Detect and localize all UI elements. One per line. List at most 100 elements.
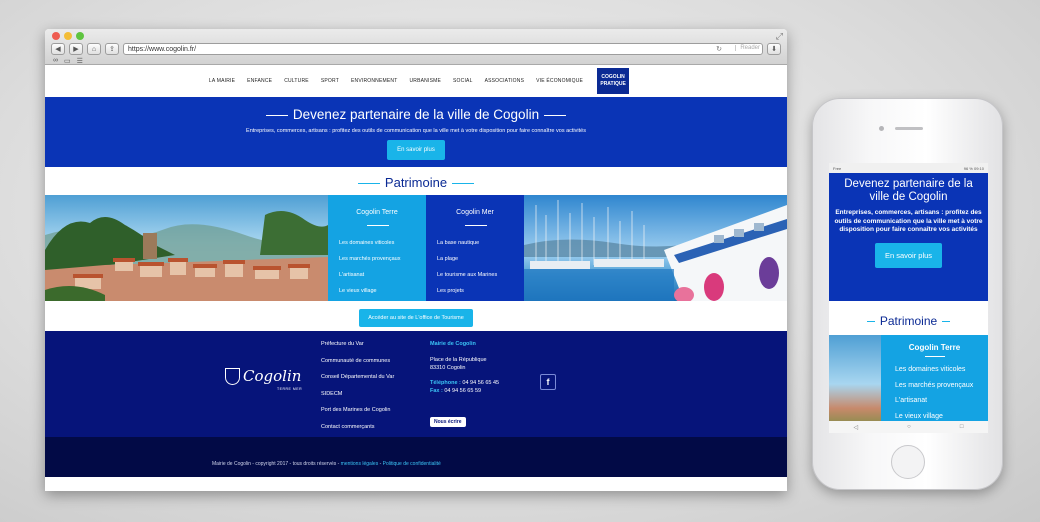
phone-terre-panel: Cogolin Terre Les domaines viticoles Les… <box>881 335 988 433</box>
carrier-text: Free <box>833 165 842 171</box>
footer-link[interactable]: Préfecture du Var <box>321 341 394 347</box>
footer-link[interactable]: Conseil Départemental du Var <box>321 374 394 380</box>
phone-partner-banner: Devenez partenaire de la ville de Cogoli… <box>829 173 988 301</box>
footer-contact: Mairie de Cogolin Place de la République… <box>430 341 499 396</box>
marina-photo <box>524 195 787 301</box>
fax-line: Fax : 04 94 56 65 59 <box>430 388 482 394</box>
phone-en-savoir-plus-button[interactable]: En savoir plus <box>874 242 943 268</box>
top-sites-icon[interactable]: ☰ <box>77 57 83 65</box>
nav-urbanisme[interactable]: URBANISME <box>403 78 447 84</box>
address-line: 83310 Cogolin <box>430 365 466 371</box>
nav-la-mairie[interactable]: LA MAIRIE <box>203 78 241 84</box>
zoom-window-button[interactable] <box>76 32 84 40</box>
phone-terre-title[interactable]: Cogolin Terre <box>881 343 988 352</box>
nav-cogolin-pratique[interactable]: COGOLIN PRATIQUE <box>597 68 630 94</box>
camera <box>879 126 884 131</box>
bookmarks-icon[interactable]: ▭ <box>64 57 71 65</box>
nav-vie-economique[interactable]: VIE ÉCONOMIQUE <box>530 78 589 84</box>
reload-icon[interactable]: ↻ <box>716 45 722 53</box>
nav-sport[interactable]: SPORT <box>315 78 345 84</box>
recent-apps-icon[interactable]: □ <box>960 424 964 430</box>
speaker <box>895 127 923 130</box>
banner-title: Devenez partenaire de la ville de Cogoli… <box>45 97 787 122</box>
address-line: Place de la République <box>430 357 487 363</box>
fullscreen-icon[interactable]: ⤢ <box>776 31 783 42</box>
home-button[interactable] <box>891 445 925 479</box>
battery-time-text: 96 % 09:10 <box>963 165 984 171</box>
phone-terre-link[interactable]: Les domaines viticoles <box>895 366 988 373</box>
footer-links: Préfecture du Var Communauté de communes… <box>321 341 394 440</box>
nav-enfance[interactable]: ENFANCE <box>241 78 278 84</box>
banner-subtitle: Entreprises, commerces, artisans : profi… <box>246 128 586 134</box>
phone-terre-link[interactable]: L'artisanat <box>895 397 988 404</box>
mer-link[interactable]: Les projets <box>437 288 524 294</box>
back-icon[interactable]: ◁ <box>854 424 859 431</box>
footer-link[interactable]: SIDECM <box>321 391 394 397</box>
phone-village-photo <box>829 335 881 433</box>
address-bar[interactable]: https://www.cogolin.fr/ ↻ Reader <box>123 43 763 55</box>
download-icon[interactable]: ⬇ <box>767 43 781 55</box>
close-window-button[interactable] <box>52 32 60 40</box>
mentions-legales-link[interactable]: mentions légales <box>341 461 379 467</box>
nous-ecrire-button[interactable]: Nous écrire <box>430 417 466 427</box>
office-tourisme-row: Accéder au site de L'office de Tourisme <box>45 301 787 331</box>
footer-link[interactable]: Port des Marines de Cogolin <box>321 407 394 413</box>
home-icon[interactable]: ○ <box>907 424 911 430</box>
logo-subtitle: TERRE MER <box>277 387 303 391</box>
nav-culture[interactable]: CULTURE <box>278 78 315 84</box>
terre-link[interactable]: Les domaines viticoles <box>339 240 426 246</box>
site-footer: Cogolin TERRE MER Préfecture du Var Comm… <box>45 331 787 437</box>
cogolin-terre-title[interactable]: Cogolin Terre <box>328 209 426 216</box>
window-controls <box>52 32 84 40</box>
android-nav-bar: ◁ ○ □ <box>829 421 988 433</box>
partner-banner: Devenez partenaire de la ville de Cogoli… <box>45 97 787 167</box>
phone-patrimoine-row: Cogolin Terre Les domaines viticoles Les… <box>829 335 988 433</box>
patrimoine-heading: Patrimoine <box>45 167 787 195</box>
phone-banner-title: Devenez partenaire de la ville de Cogoli… <box>844 178 973 203</box>
politique-link[interactable]: Politique de confidentialité <box>383 461 441 467</box>
en-savoir-plus-button[interactable]: En savoir plus <box>387 140 445 160</box>
footer-link[interactable]: Communauté de communes <box>321 358 394 364</box>
main-navigation: LA MAIRIE ENFANCE CULTURE SPORT ENVIRONN… <box>45 65 787 97</box>
phone-terre-link[interactable]: Les marchés provençaux <box>895 382 988 389</box>
home-icon[interactable]: ⌂ <box>87 43 101 55</box>
reader-button[interactable]: Reader <box>735 45 760 51</box>
browser-toolbar: ◀ ▶ ⌂ ⇪ https://www.cogolin.fr/ ↻ Reader… <box>51 42 781 56</box>
office-tourisme-button[interactable]: Accéder au site de L'office de Tourisme <box>359 309 473 327</box>
nav-pratique-line1: COGOLIN <box>601 74 625 80</box>
browser-window: ⤢ ◀ ▶ ⌂ ⇪ https://www.cogolin.fr/ ↻ Read… <box>45 29 787 491</box>
back-button[interactable]: ◀ <box>51 43 65 55</box>
forward-button[interactable]: ▶ <box>69 43 83 55</box>
nav-associations[interactable]: ASSOCIATIONS <box>479 78 531 84</box>
contact-title: Mairie de Cogolin <box>430 341 476 347</box>
cogolin-mer-title[interactable]: Cogolin Mer <box>426 209 524 216</box>
mer-link[interactable]: Le tourisme aux Marines <box>437 272 524 278</box>
phone-screen: Free 96 % 09:10 Devenez partenaire de la… <box>829 163 988 433</box>
cogolin-logo[interactable]: Cogolin <box>225 367 301 385</box>
cogolin-mer-panel: Cogolin Mer La base nautique La plage Le… <box>426 195 524 301</box>
copyright-text: Mairie de Cogolin - copyright 2017 - tou… <box>212 461 341 467</box>
copyright-bar: Mairie de Cogolin - copyright 2017 - tou… <box>45 437 787 477</box>
phone-patrimoine-heading: Patrimoine <box>829 301 988 335</box>
url-text: https://www.cogolin.fr/ <box>128 45 197 53</box>
browser-titlebar: ⤢ ◀ ▶ ⌂ ⇪ https://www.cogolin.fr/ ↻ Read… <box>45 29 787 65</box>
shield-icon <box>225 367 240 385</box>
facebook-icon[interactable]: f <box>540 374 556 390</box>
bookmarks-bar: ∞ ▭ ☰ <box>53 57 83 65</box>
phone-terre-link[interactable]: Le vieux village <box>895 413 988 420</box>
terre-link[interactable]: Le vieux village <box>339 288 426 294</box>
nav-pratique-line2: PRATIQUE <box>600 81 626 87</box>
nav-environnement[interactable]: ENVIRONNEMENT <box>345 78 404 84</box>
footer-link[interactable]: Contact commerçants <box>321 424 394 430</box>
terre-link[interactable]: L'artisanat <box>339 272 426 278</box>
phone-banner-subtitle: Entreprises, commerces, artisans : profi… <box>834 209 983 233</box>
share-icon[interactable]: ⇪ <box>105 43 119 55</box>
mer-link[interactable]: La base nautique <box>437 240 524 246</box>
cogolin-website: LA MAIRIE ENFANCE CULTURE SPORT ENVIRONN… <box>45 65 787 491</box>
mer-link[interactable]: La plage <box>437 256 524 262</box>
nav-social[interactable]: SOCIAL <box>447 78 479 84</box>
minimize-window-button[interactable] <box>64 32 72 40</box>
phone-line: Téléphone : 04 94 56 65 45 <box>430 380 500 386</box>
reading-list-icon[interactable]: ∞ <box>53 57 58 65</box>
terre-link[interactable]: Les marchés provençaux <box>339 256 426 262</box>
